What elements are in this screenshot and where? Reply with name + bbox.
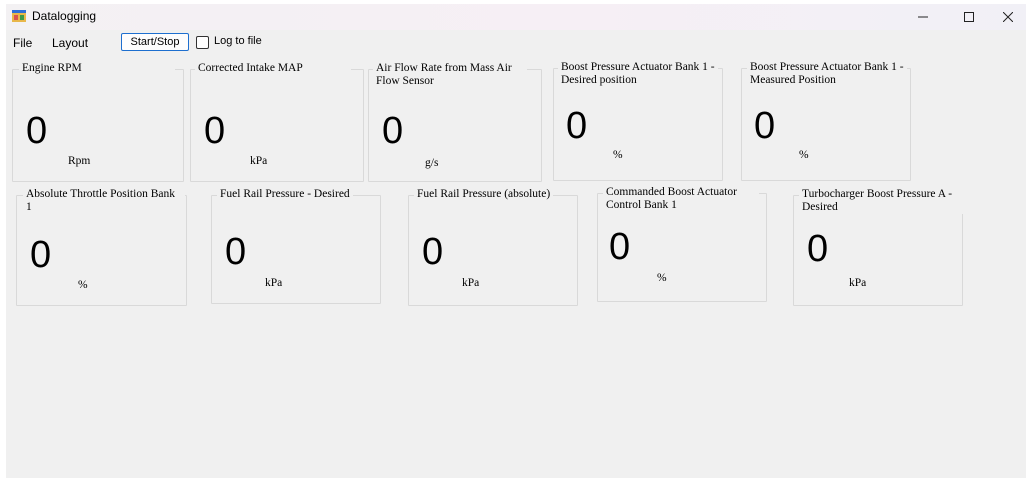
start-stop-button[interactable]: Start/Stop <box>121 33 189 51</box>
gauge-value: 0 <box>26 110 48 152</box>
gauge-title: Boost Pressure Actuator Bank 1 - Measure… <box>747 61 907 87</box>
gauge-title: Engine RPM <box>19 62 175 75</box>
gauge-title: Boost Pressure Actuator Bank 1 - Desired… <box>558 61 718 87</box>
close-button[interactable] <box>988 4 1026 30</box>
gauge-value: 0 <box>204 110 226 152</box>
gauge-fuel-rail-pressure-absolute: Fuel Rail Pressure (absolute) 0 kPa <box>408 188 578 306</box>
gauge-commanded-boost-actuator: Commanded Boost Actuator Control Bank 1 … <box>597 186 767 302</box>
gauge-turbocharger-boost-desired: Turbocharger Boost Pressure A - Desired … <box>793 188 965 306</box>
gauge-unit: kPa <box>849 277 867 289</box>
gauge-unit: kPa <box>265 277 283 289</box>
menu-file[interactable]: File <box>13 36 32 50</box>
gauge-title: Corrected Intake MAP <box>195 62 351 75</box>
gauge-unit: % <box>613 149 623 161</box>
close-icon <box>1003 12 1013 22</box>
gauge-value: 0 <box>30 234 52 276</box>
gauge-value: 0 <box>566 105 588 147</box>
gauge-corrected-intake-map: Corrected Intake MAP 0 kPa <box>190 62 364 182</box>
gauge-absolute-throttle-position: Absolute Throttle Position Bank 1 0 % <box>16 188 187 306</box>
gauge-title: Commanded Boost Actuator Control Bank 1 <box>603 186 759 212</box>
log-to-file-label: Log to file <box>214 35 262 47</box>
gauge-engine-rpm: Engine RPM 0 Rpm <box>12 62 184 182</box>
gauge-unit: % <box>657 272 667 284</box>
gauge-value: 0 <box>382 110 404 152</box>
datalogging-window: Datalogging File Layout Start/Stop Log t… <box>6 4 1026 478</box>
gauge-unit: g/s <box>425 157 439 169</box>
gauge-unit: kPa <box>462 277 480 289</box>
gauge-boost-actuator-desired: Boost Pressure Actuator Bank 1 - Desired… <box>553 61 723 181</box>
gauge-title: Air Flow Rate from Mass Air Flow Sensor <box>373 62 527 88</box>
menu-bar: File Layout Start/Stop Log to file <box>6 31 1026 53</box>
gauge-value: 0 <box>807 228 829 270</box>
minimize-button[interactable] <box>903 4 943 30</box>
maximize-icon <box>964 12 974 22</box>
gauge-unit: kPa <box>250 155 268 167</box>
gauge-title: Turbocharger Boost Pressure A - Desired <box>799 188 965 214</box>
gauge-boost-actuator-measured: Boost Pressure Actuator Bank 1 - Measure… <box>741 61 911 181</box>
log-to-file-checkbox-box[interactable] <box>196 36 209 49</box>
gauge-value: 0 <box>225 231 247 273</box>
gauge-title: Fuel Rail Pressure - Desired <box>217 188 353 201</box>
gauge-air-flow-rate: Air Flow Rate from Mass Air Flow Sensor … <box>368 62 542 182</box>
gauge-unit: % <box>799 149 809 161</box>
gauge-value: 0 <box>609 226 631 268</box>
gauge-unit: % <box>78 279 88 291</box>
gauge-fuel-rail-pressure-desired: Fuel Rail Pressure - Desired 0 kPa <box>211 188 381 304</box>
gauge-title: Absolute Throttle Position Bank 1 <box>23 188 185 214</box>
app-window-icon <box>12 10 26 22</box>
menu-layout[interactable]: Layout <box>52 36 88 50</box>
gauge-unit: Rpm <box>68 155 91 167</box>
gauge-value: 0 <box>422 231 444 273</box>
title-bar[interactable]: Datalogging <box>6 4 1026 30</box>
maximize-button[interactable] <box>949 4 989 30</box>
minimize-icon <box>918 16 928 18</box>
gauge-value: 0 <box>754 105 776 147</box>
gauge-title: Fuel Rail Pressure (absolute) <box>414 188 554 201</box>
window-title: Datalogging <box>32 9 97 23</box>
